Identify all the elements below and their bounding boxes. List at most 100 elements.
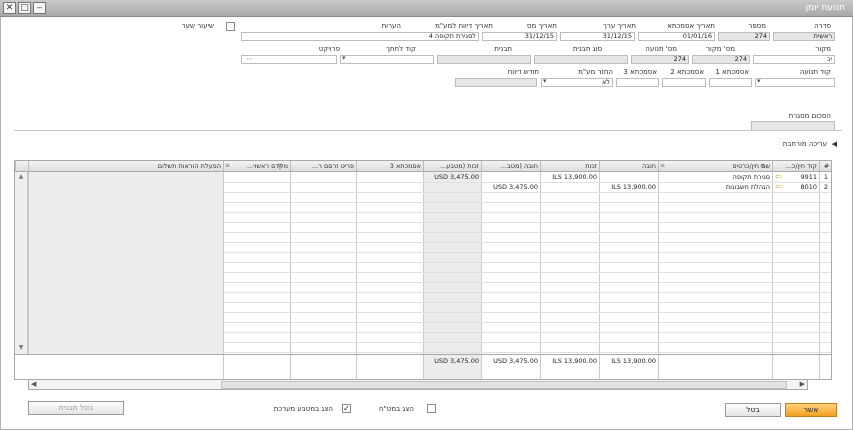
- scrollbar-thumb[interactable]: [221, 381, 787, 389]
- value-date-field[interactable]: 31/12/15: [560, 32, 635, 41]
- row1-credit-fc[interactable]: USD 3,475.00: [423, 173, 481, 182]
- ok-button[interactable]: אשר: [785, 403, 837, 417]
- total-debit-fc: USD 3,475.00: [493, 357, 538, 365]
- grid-row-line: [223, 192, 831, 193]
- col-header-credit[interactable]: זכות: [540, 161, 599, 172]
- vertical-scrollbar[interactable]: ▲ ▼: [15, 172, 28, 354]
- col-header-cashflow[interactable]: פריט זרםם ר...: [290, 161, 356, 172]
- number-label: מספר: [748, 22, 766, 30]
- horizontal-scrollbar[interactable]: ◀ ▶: [28, 379, 808, 390]
- row2-credit-fc[interactable]: [423, 183, 481, 192]
- origin-field: יכ: [753, 55, 835, 64]
- cancel-template-button[interactable]: בטל תבנית: [28, 401, 124, 415]
- filter-icon[interactable]: ≡: [760, 162, 765, 169]
- indicator-dropdown[interactable]: [340, 55, 434, 64]
- grid-row-line: [223, 282, 831, 283]
- window-title: תנועת יומן: [805, 3, 845, 13]
- journal-lines-grid: # קוד חין/כ... שם חין/כרטיס חובה זכות חו…: [14, 160, 832, 380]
- link-arrow-icon[interactable]: ⇦: [775, 172, 782, 181]
- expand-arrow-icon[interactable]: ◀: [832, 140, 837, 148]
- filter-icon[interactable]: ≡: [225, 162, 230, 169]
- grid-row-line: [223, 242, 831, 243]
- total-credit: ILS 13,900.00: [552, 357, 597, 365]
- filter-icon[interactable]: ≡: [660, 162, 665, 169]
- col-header-account[interactable]: קוד חין/כ...: [772, 161, 819, 172]
- template-field: [437, 55, 531, 64]
- report-month-label: חודש דיווח: [507, 68, 539, 76]
- ref2-field[interactable]: [662, 78, 706, 87]
- extended-edit-label[interactable]: עריכה מורחבת: [783, 140, 827, 148]
- show-sys-currency-label: הצג במטבע מערכת: [273, 405, 333, 413]
- col-header-ref3[interactable]: אסמכתא 3: [356, 161, 423, 172]
- row2-debit-fc[interactable]: USD 3,475.00: [481, 183, 540, 192]
- grid-row-line: [223, 232, 831, 233]
- posting-date-label: תאריך אסמכתא: [667, 22, 715, 30]
- cancel-button[interactable]: בטל: [725, 403, 781, 417]
- posting-date-field[interactable]: 01/01/16: [638, 32, 715, 41]
- origin-label: מקור: [815, 45, 831, 53]
- vat-report-date-label: תאריך דיווח למע"מ: [435, 22, 493, 30]
- row1-credit[interactable]: ILS 13,900.00: [540, 173, 599, 182]
- vat-return-dropdown[interactable]: לא: [541, 78, 613, 87]
- row1-debit[interactable]: [599, 173, 658, 182]
- scroll-left-icon[interactable]: ◀: [31, 380, 36, 388]
- ref1-field[interactable]: [709, 78, 752, 87]
- trans-no-label: מס' תנועה: [645, 45, 677, 53]
- col-header-credit-fc[interactable]: זכות (מטבע...: [423, 161, 481, 172]
- filter-icon[interactable]: ≡: [277, 162, 282, 169]
- series-field[interactable]: ראשית: [773, 32, 835, 41]
- total-label: הסכום מסגרת: [788, 112, 831, 120]
- vat-return-label: החזר מע"מ: [578, 68, 613, 76]
- row1-account[interactable]: 9911: [785, 173, 819, 182]
- title-bar: תנועת יומן ✕ □ ‒: [0, 0, 853, 17]
- remarks-field[interactable]: לסגירת תקופה 4: [241, 32, 479, 41]
- ref3-field[interactable]: [616, 78, 659, 87]
- grid-row-line: [223, 312, 831, 313]
- row2-debit[interactable]: ILS 13,900.00: [599, 183, 658, 192]
- scroll-down-icon[interactable]: ▼: [15, 344, 27, 351]
- ref2-label: אסמכתא 2: [670, 68, 704, 76]
- scroll-right-icon[interactable]: ▶: [800, 380, 805, 388]
- trans-code-dropdown[interactable]: [755, 78, 835, 87]
- grid-row-line: [223, 252, 831, 253]
- grid-row-line: [223, 322, 831, 323]
- scroll-up-icon[interactable]: ▲: [15, 173, 27, 180]
- close-icon[interactable]: ✕: [3, 2, 16, 14]
- col-header-name[interactable]: שם חין/כרטיס: [658, 161, 772, 172]
- row2-credit[interactable]: [540, 183, 599, 192]
- total-credit-fc: USD 3,475.00: [434, 357, 479, 365]
- grid-row-line: [223, 302, 831, 303]
- show-fc-checkbox[interactable]: [427, 404, 436, 413]
- indicator-label: קוד לחתך: [386, 45, 416, 53]
- col-header-pay-instr[interactable]: הפעלת הוראות תשלום: [28, 161, 223, 172]
- grid-row-line: [223, 202, 831, 203]
- col-header-debit[interactable]: חובה: [599, 161, 658, 172]
- maximize-icon[interactable]: □: [18, 2, 31, 14]
- origin-no-label: מס' מקור: [705, 45, 735, 53]
- template-type-field: [534, 55, 628, 64]
- origin-no-field: 274: [692, 55, 750, 64]
- col-header-rownum[interactable]: #: [819, 161, 831, 172]
- link-arrow-icon[interactable]: ⇦: [775, 182, 782, 191]
- row2-num: 2: [823, 183, 829, 191]
- rate-diff-label: שיעור שער: [181, 22, 214, 30]
- col-header-debit-fc[interactable]: חובה (מטב...: [481, 161, 540, 172]
- row1-debit-fc[interactable]: [481, 173, 540, 182]
- rate-diff-checkbox[interactable]: [226, 22, 235, 31]
- minimize-icon[interactable]: ‒: [33, 2, 46, 14]
- row2-account[interactable]: 8010: [785, 183, 819, 192]
- choose-from-list-icon[interactable]: ⋯: [246, 55, 253, 63]
- template-label: תבנית: [494, 45, 512, 53]
- ref1-label: אסמכתא 1: [715, 68, 749, 76]
- show-fc-label: הצג במט"ח: [379, 405, 414, 413]
- grid-row-line: [223, 262, 831, 263]
- tax-date-field[interactable]: 31/12/15: [482, 32, 557, 41]
- grid-row-line: [223, 342, 831, 343]
- total-debit: ILS 13,900.00: [611, 357, 656, 365]
- trans-no-field: 274: [631, 55, 689, 64]
- show-sys-currency-checkbox[interactable]: ✓: [342, 404, 351, 413]
- grid-row-line: [223, 292, 831, 293]
- separator: [14, 130, 842, 131]
- grid-row-line: [223, 352, 831, 353]
- project-field[interactable]: [241, 55, 337, 64]
